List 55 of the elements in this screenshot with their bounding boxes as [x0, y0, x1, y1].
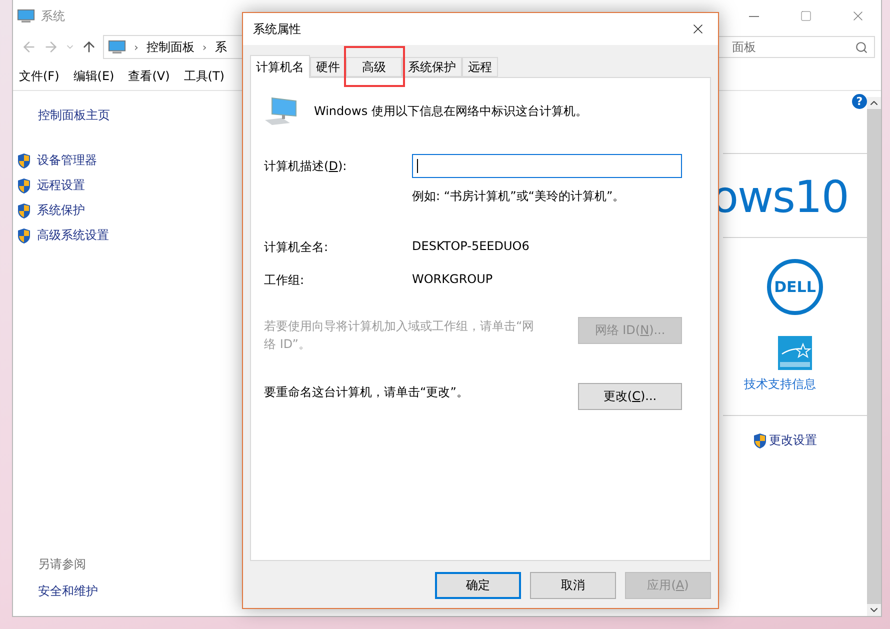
scroll-down-icon [867, 604, 881, 616]
dialog-title: 系统属性 [253, 20, 301, 38]
search-icon [855, 40, 868, 54]
instruction-text: 若要使用向导将计算机加入域或工作组，请单击“网络 ID”。 [264, 318, 536, 353]
instruction-text: 要重命名这台计算机，请单击“更改”。 [264, 384, 470, 401]
chevron-icon: › [202, 40, 207, 54]
chevron-icon: › [134, 40, 138, 54]
oem-logo: DELL [766, 258, 824, 316]
up-button[interactable] [81, 39, 97, 55]
shield-icon [17, 152, 31, 168]
menu-item[interactable]: 文件(F) [19, 68, 60, 84]
shield-icon [17, 202, 31, 218]
sidebar-link[interactable]: 远程设置 [37, 177, 85, 194]
computer-icon [17, 8, 35, 24]
scrollbar[interactable] [867, 97, 881, 616]
back-button[interactable] [21, 39, 37, 55]
dialog-button[interactable]: 取消 [530, 572, 616, 599]
scroll-up-icon [867, 97, 881, 109]
maximize-icon [800, 10, 812, 22]
intro-text: Windows 使用以下信息在网络中标识这台计算机。 [314, 102, 588, 120]
menu-item[interactable]: 工具(T) [184, 68, 224, 84]
description-field[interactable] [412, 154, 682, 178]
breadcrumb[interactable]: 控制面板 [146, 38, 194, 56]
sidebar-link[interactable]: 系统保护 [37, 202, 85, 219]
computer-icon [108, 40, 126, 54]
shield-icon [17, 228, 31, 244]
tab[interactable]: 高级 [346, 57, 402, 77]
tab[interactable]: 远程 [462, 57, 498, 77]
tab[interactable]: 系统保护 [402, 57, 462, 77]
support-info-link[interactable]: 技术支持信息 [744, 376, 816, 393]
field-label: 计算机描述(D): [264, 158, 348, 175]
dialog-button[interactable]: 确定 [435, 572, 521, 599]
shield-icon [753, 432, 767, 448]
change-settings-link[interactable]: 更改设置 [769, 432, 817, 449]
forward-button[interactable] [43, 39, 59, 55]
window-title: 系统 [41, 8, 66, 24]
info-value: DESKTOP-5EEDUO6 [412, 239, 530, 255]
hint-text: 例如: “书房计算机”或“美玲的计算机”。 [412, 188, 626, 205]
tab[interactable]: 计算机名 [250, 55, 310, 78]
computer-icon [264, 96, 298, 126]
info-label: 计算机全名: [264, 239, 330, 256]
action-button[interactable]: 更改(C)... [578, 383, 682, 410]
sidebar-link[interactable]: 高级系统设置 [37, 227, 109, 244]
shield-icon [17, 178, 31, 194]
tab[interactable]: 硬件 [310, 57, 346, 77]
section-label: 另请参阅 [38, 556, 87, 573]
help-icon[interactable]: ? [852, 94, 867, 109]
sidebar-link[interactable]: 设备管理器 [37, 152, 97, 169]
menu-item[interactable]: 编辑(E) [73, 68, 114, 84]
sidebar-link[interactable]: 安全和维护 [38, 583, 237, 600]
sidebar-link[interactable]: 控制面板主页 [38, 107, 237, 124]
menu-item[interactable]: 查看(V) [128, 68, 170, 84]
breadcrumb[interactable]: 系 [214, 38, 227, 56]
info-value: WORKGROUP [412, 272, 494, 288]
info-label: 工作组: [264, 272, 306, 289]
